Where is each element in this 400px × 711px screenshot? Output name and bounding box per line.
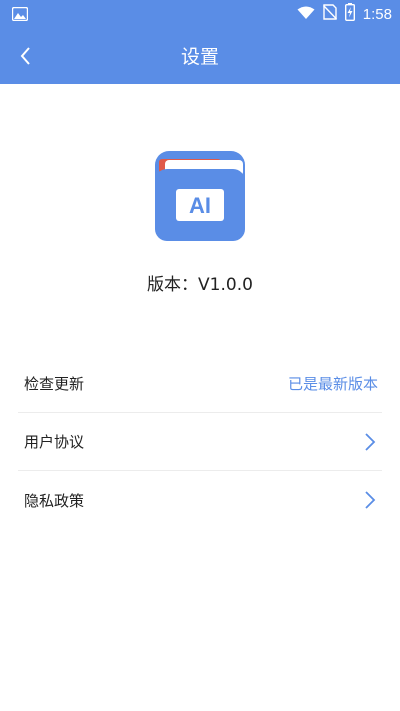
chevron-right-icon: [362, 431, 378, 453]
app-logo: AI: [155, 151, 245, 241]
status-icons: 1:58: [297, 3, 392, 25]
settings-list: 检查更新 已是最新版本 用户协议 隐私政策: [18, 355, 382, 529]
row-label: 隐私政策: [24, 491, 85, 510]
app-header: 1:58 设置: [0, 0, 400, 84]
row-label: 用户协议: [24, 433, 85, 451]
check-update-row[interactable]: 检查更新 已是最新版本: [18, 355, 382, 413]
status-time: 1:58: [362, 5, 392, 23]
nav-bar: 设置: [0, 28, 400, 84]
logo-text: AI: [189, 193, 211, 218]
page-title: 设置: [180, 46, 219, 68]
chevron-right-icon: [362, 489, 378, 511]
image-icon: [11, 6, 29, 22]
battery-charging-icon: [344, 3, 355, 25]
row-label: 检查更新: [24, 375, 85, 393]
wifi-icon: [297, 5, 315, 24]
privacy-policy-row[interactable]: 隐私政策: [18, 471, 382, 529]
status-bar: 1:58: [0, 0, 400, 28]
version-label: 版本：V1.0.0: [147, 275, 253, 295]
no-sim-icon: [322, 4, 337, 24]
user-agreement-row[interactable]: 用户协议: [18, 413, 382, 471]
update-status: 已是最新版本: [287, 375, 378, 393]
